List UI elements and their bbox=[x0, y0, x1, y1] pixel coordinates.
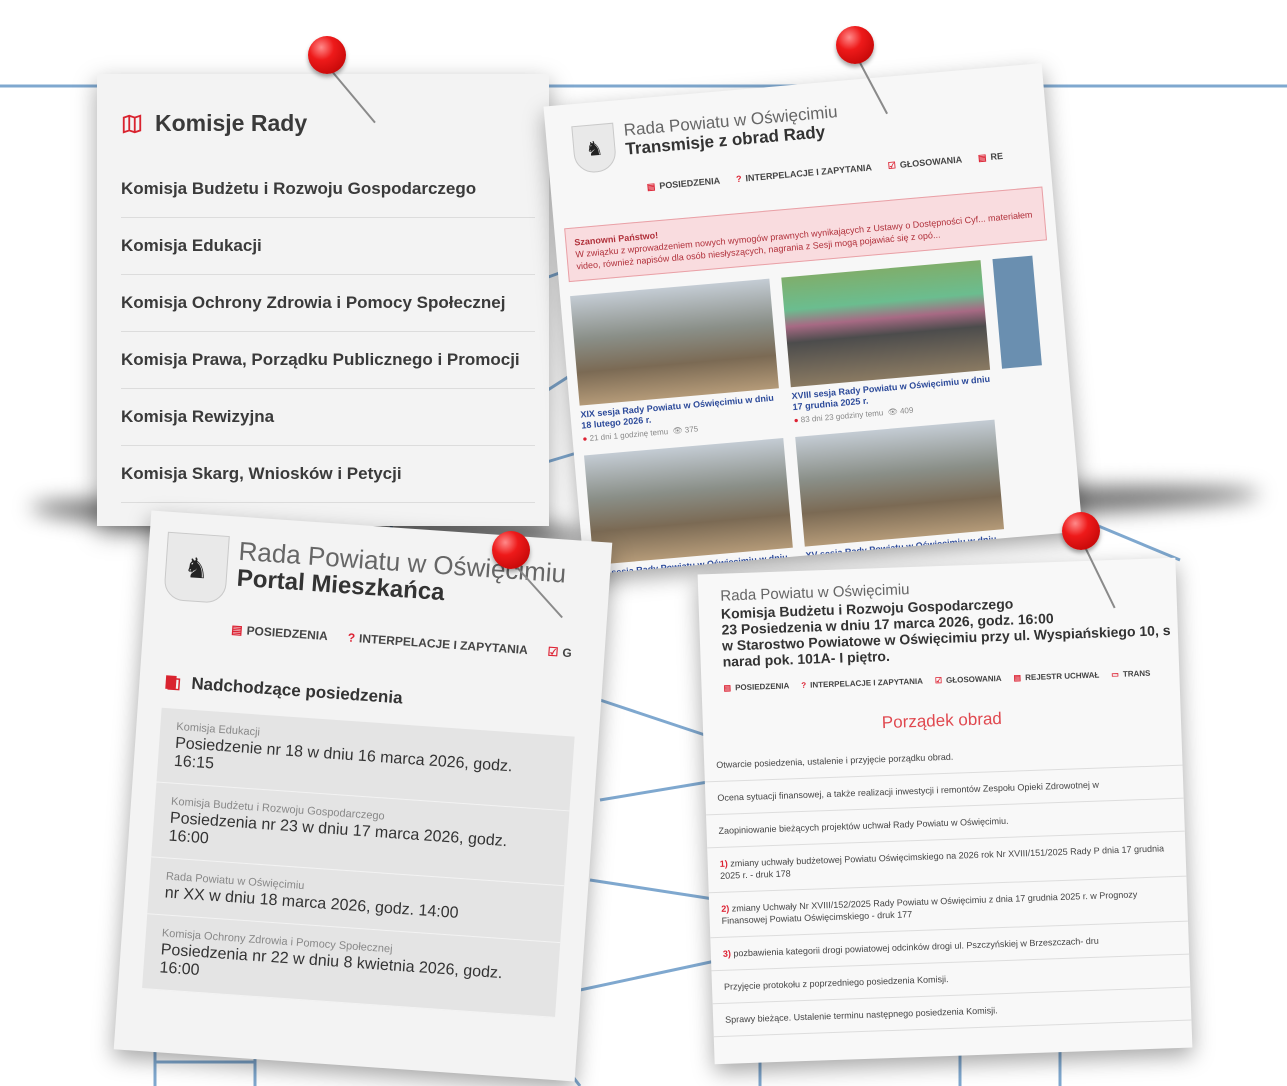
video-grid: XIX sesja Rady Powiatu w Oświęcimiu w dn… bbox=[559, 239, 1083, 575]
video-thumbnail[interactable] bbox=[570, 278, 779, 406]
komisja-link[interactable]: Komisja Ochrony Zdrowia i Pomocy Społecz… bbox=[121, 275, 535, 332]
video-card-partial bbox=[992, 255, 1042, 369]
video-thumbnail[interactable] bbox=[584, 438, 793, 566]
meeting-list: Komisja Edukacji Posiedzenie nr 18 w dniu… bbox=[118, 706, 599, 1020]
agenda-list: Otwarcie posiedzenia, ustalenie i przyję… bbox=[703, 732, 1192, 1038]
nav-interpelacje[interactable]: ? INTERPELACJE I ZAPYTANIA bbox=[736, 162, 873, 185]
nav-rejestr-uchwal[interactable]: ▤ REJESTR UCHWAŁ bbox=[1013, 671, 1099, 683]
portal-mieszkanca-card: ♞ Rada Powiatu w Oświęcimiu Portal Miesz… bbox=[113, 510, 613, 1082]
push-pin-icon bbox=[1062, 512, 1100, 550]
calendar-list-icon bbox=[165, 675, 181, 691]
nav-transmisje[interactable]: ▭ TRANS bbox=[1111, 669, 1150, 679]
agenda-heading: Porządek obrad bbox=[881, 708, 1003, 733]
push-pin-icon bbox=[308, 36, 346, 74]
komisje-title: Komisje Rady bbox=[155, 110, 308, 136]
push-pin-icon bbox=[492, 531, 530, 569]
komisja-link[interactable]: Komisja Rewizyjna bbox=[121, 389, 535, 446]
nav-posiedzenia[interactable]: ▤ POSIEDZENIA bbox=[723, 681, 789, 692]
map-icon bbox=[122, 113, 142, 134]
nav-rejestr[interactable]: ▤ RE bbox=[978, 151, 1004, 164]
page-header: Rada Powiatu w Oświęcimiu Komisja Budżet… bbox=[698, 558, 1179, 671]
komisje-rady-card: Komisje Rady Komisja Budżetu i Rozwoju G… bbox=[97, 74, 549, 526]
komisja-link[interactable]: Komisja Budżetu i Rozwoju Gospodarczego bbox=[121, 161, 535, 218]
porzadek-obrad-card: Rada Powiatu w Oświęcimiu Komisja Budżet… bbox=[697, 557, 1193, 1065]
komisja-link[interactable]: Komisja Prawa, Porządku Publicznego i Pr… bbox=[121, 332, 535, 389]
section-title: Nadchodzące posiedzenia bbox=[190, 673, 404, 708]
nav-glosowania[interactable]: ☑ GŁOSOWANIA bbox=[887, 154, 962, 171]
video-thumbnail[interactable] bbox=[781, 260, 991, 388]
nav-posiedzenia[interactable]: ▤ POSIEDZENIA bbox=[646, 176, 720, 193]
video-thumbnail[interactable] bbox=[795, 419, 1005, 547]
nav-glosowania[interactable]: ☑ G bbox=[547, 645, 572, 661]
komisje-list: Komisja Budżetu i Rozwoju Gospodarczego … bbox=[97, 161, 549, 503]
komisja-link[interactable]: Komisja Skarg, Wniosków i Petycji bbox=[121, 446, 535, 503]
komisja-link[interactable]: Komisja Edukacji bbox=[121, 218, 535, 275]
komisje-heading: Komisje Rady bbox=[97, 74, 549, 137]
eagle-crest-icon: ♞ bbox=[571, 122, 618, 175]
transmisje-card: ♞ Rada Powiatu w Oświęcimiu Transmisje z… bbox=[543, 63, 1083, 575]
push-pin-icon bbox=[836, 26, 874, 64]
eagle-crest-icon: ♞ bbox=[163, 531, 230, 604]
video-card[interactable]: XVI sesja Rady Powiatu w Oświęcimiu w dn… bbox=[584, 438, 795, 575]
nav-glosowania[interactable]: ☑ GŁOSOWANIA bbox=[935, 674, 1002, 685]
nav-interpelacje[interactable]: ? INTERPELACJE I ZAPYTANIA bbox=[801, 677, 923, 690]
video-card[interactable]: XVIII sesja Rady Powiatu w Oświęcimiu w … bbox=[781, 260, 993, 425]
video-card[interactable]: XIX sesja Rady Powiatu w Oświęcimiu w dn… bbox=[570, 278, 782, 444]
